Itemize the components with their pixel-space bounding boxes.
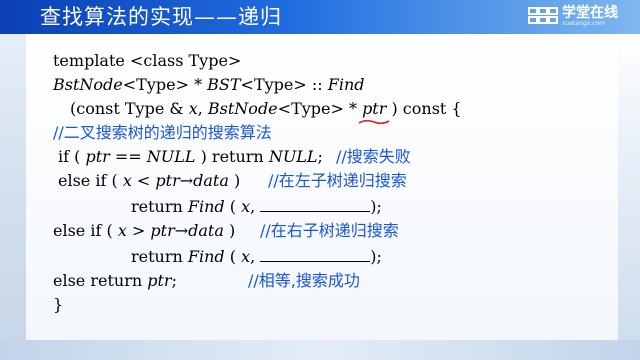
code-token: Find <box>187 197 225 216</box>
code-line-11: } <box>53 294 63 316</box>
code-line-7: return Find ( x, ); <box>131 196 382 218</box>
code-comment: //相等,搜索成功 <box>248 271 360 290</box>
logo-subtitle: xuetangx.com <box>562 20 605 27</box>
code-token: ) const { <box>386 99 462 118</box>
code-token: ); <box>370 197 382 216</box>
code-line-8: else if ( x > ptr→data ) <box>53 220 235 242</box>
code-line-1: template <class Type> <box>53 50 241 72</box>
code-token: if ( <box>58 147 86 166</box>
code-token: BstNode <box>53 75 123 94</box>
code-token: <Type> * <box>122 75 208 94</box>
slide-header: 查找算法的实现——递归 学堂在线 xuetangx.com <box>0 0 640 34</box>
code-token: BST <box>207 75 241 94</box>
code-area: template <class Type> BstNode<Type> * BS… <box>26 34 618 340</box>
code-token: ) return <box>195 147 269 166</box>
code-token: ptr→data <box>155 171 229 190</box>
code-line-6: else if ( x < ptr→data ) <box>58 170 240 192</box>
slide-title: 查找算法的实现——递归 <box>40 5 282 29</box>
code-token: ) <box>228 171 241 190</box>
code-token: == <box>109 147 147 166</box>
bottom-decor-band <box>0 340 640 360</box>
code-token: , <box>250 197 261 216</box>
logo-grid-icon <box>528 7 558 27</box>
code-token: return <box>131 247 188 266</box>
code-line-5: if ( ptr == NULL ) return NULL; <box>58 146 323 168</box>
code-line-2: BstNode<Type> * BST<Type> :: Find <box>53 74 365 96</box>
right-decor-band <box>618 34 640 360</box>
code-token: , <box>197 99 208 118</box>
code-token: Find <box>327 75 365 94</box>
code-token: <Type> :: <box>240 75 328 94</box>
code-line-10: else return ptr; <box>53 270 177 292</box>
code-token: ( <box>224 247 242 266</box>
code-token: x <box>117 221 127 240</box>
code-line-9: return Find ( x, ); <box>131 246 382 268</box>
code-token: else if ( <box>58 171 123 190</box>
code-text: template <class Type> <box>53 51 242 70</box>
code-comment: //搜索失败 <box>336 147 411 166</box>
code-token: Find <box>187 247 225 266</box>
code-token: NULL <box>268 147 318 166</box>
code-token: else if ( <box>53 221 118 240</box>
ptr-annotated: ptr <box>358 98 390 125</box>
code-token: <Type> * <box>277 99 363 118</box>
code-token: ); <box>370 247 382 266</box>
code-token: x <box>188 99 198 118</box>
code-token: ptr→data <box>150 221 224 240</box>
code-token: ) <box>223 221 236 240</box>
left-decor-band <box>0 34 26 360</box>
code-comment-line: //二叉搜索树的递归的搜索算法 <box>53 123 272 142</box>
brand-logo: 学堂在线 xuetangx.com <box>528 5 636 29</box>
fill-in-blank <box>260 247 371 262</box>
code-token: else return <box>53 271 148 290</box>
code-token: NULL <box>146 147 196 166</box>
code-token: x <box>241 197 251 216</box>
code-token: (const Type & <box>70 99 189 118</box>
code-token: return <box>131 197 188 216</box>
code-token: ptr <box>362 99 387 118</box>
code-token: ; <box>317 147 323 166</box>
code-line-3: (const Type & x, BstNode<Type> * ptr ) c… <box>70 98 462 125</box>
code-comment: //在左子树递归搜索 <box>268 171 407 190</box>
logo-name: 学堂在线 <box>562 5 618 21</box>
code-token: x <box>122 171 132 190</box>
red-underline-annotation <box>358 119 390 125</box>
code-token: ptr <box>85 147 110 166</box>
code-token: > <box>126 221 151 240</box>
code-token: ( <box>224 197 242 216</box>
code-token: BstNode <box>207 99 278 118</box>
code-comment: //在右子树递归搜索 <box>260 221 399 240</box>
code-token: x <box>241 247 251 266</box>
code-token: < <box>131 171 156 190</box>
code-token: ptr <box>147 271 172 290</box>
code-token: ; <box>171 271 177 290</box>
fill-in-blank <box>260 197 371 212</box>
code-token: } <box>53 295 64 314</box>
code-token: , <box>250 247 261 266</box>
